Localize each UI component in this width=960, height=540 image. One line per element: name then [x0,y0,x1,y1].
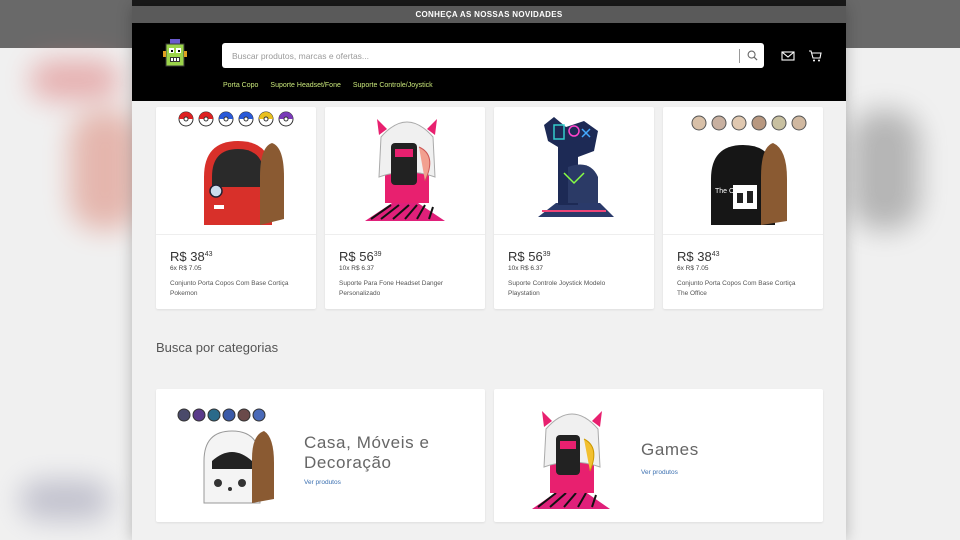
product-card[interactable]: The Office R$ 3843 6x R$ 7.05 Conjunto P… [663,107,823,309]
category-image [177,408,274,504]
product-card[interactable]: R$ 3843 6x R$ 7.05 Conjunto Porta Copos … [156,107,316,309]
nav-link-suporte-headset[interactable]: Suporte Headset/Fone [270,82,340,89]
site-header: Porta Copo Suporte Headset/Fone Suporte … [132,23,846,101]
nav-link-porta-copo[interactable]: Porta Copo [223,82,258,89]
mail-icon[interactable] [781,50,795,62]
store-page: CONHEÇA AS NOSSAS NOVIDADES Buscar produ… [132,6,846,540]
category-link[interactable]: Ver produtos [304,479,341,486]
product-title[interactable]: Suporte Controle Joystick Modelo Playsta… [508,279,638,299]
search-bar [222,43,764,68]
product-title[interactable]: Suporte Para Fone Headset Danger Persona… [339,279,469,299]
category-card-casa[interactable]: Casa, Móveis e Decoração Ver produtos [156,389,485,522]
category-nav: Porta Copo Suporte Headset/Fone Suporte … [223,82,433,89]
product-installments: 10x R$ 6.37 [339,265,375,272]
office-coasters [691,115,807,131]
product-image [325,107,485,235]
product-image [156,107,316,235]
product-card[interactable]: R$ 5639 10x R$ 6.37 Suporte Para Fone He… [325,107,485,309]
nav-link-suporte-controle[interactable]: Suporte Controle/Joystick [353,82,433,89]
category-card-games[interactable]: Games Ver produtos [494,389,823,522]
category-link[interactable]: Ver produtos [641,469,678,476]
product-price: R$ 3843 [677,249,720,264]
product-price: R$ 5639 [339,249,382,264]
product-installments: 6x R$ 7.05 [170,265,202,272]
category-name: Games [641,440,699,459]
cart-icon[interactable] [808,50,822,62]
category-name: Casa, Móveis e Decoração [304,433,430,472]
product-installments: 10x R$ 6.37 [508,265,544,272]
product-price: R$ 3843 [170,249,213,264]
product-image: The Office [663,107,823,235]
search-icon [747,50,758,61]
product-title[interactable]: Conjunto Porta Copos Com Base Cortiça Po… [170,279,300,299]
announcement-bar[interactable]: CONHEÇA AS NOSSAS NOVIDADES [132,6,846,23]
product-list: R$ 3843 6x R$ 7.05 Conjunto Porta Copos … [156,107,823,309]
product-title[interactable]: Conjunto Porta Copos Com Base Cortiça Th… [677,279,807,299]
product-image [494,107,654,235]
categories-heading: Busca por categorias [156,340,279,355]
category-image [532,411,610,509]
search-button[interactable] [740,43,764,68]
robot-logo-icon[interactable] [161,39,189,71]
pokeball-coasters [178,111,294,127]
product-card[interactable]: R$ 5639 10x R$ 6.37 Suporte Controle Joy… [494,107,654,309]
product-price: R$ 5639 [508,249,551,264]
search-input[interactable] [222,43,739,68]
category-list: Casa, Móveis e Decoração Ver produtos Ga… [156,389,823,522]
product-installments: 6x R$ 7.05 [677,265,709,272]
